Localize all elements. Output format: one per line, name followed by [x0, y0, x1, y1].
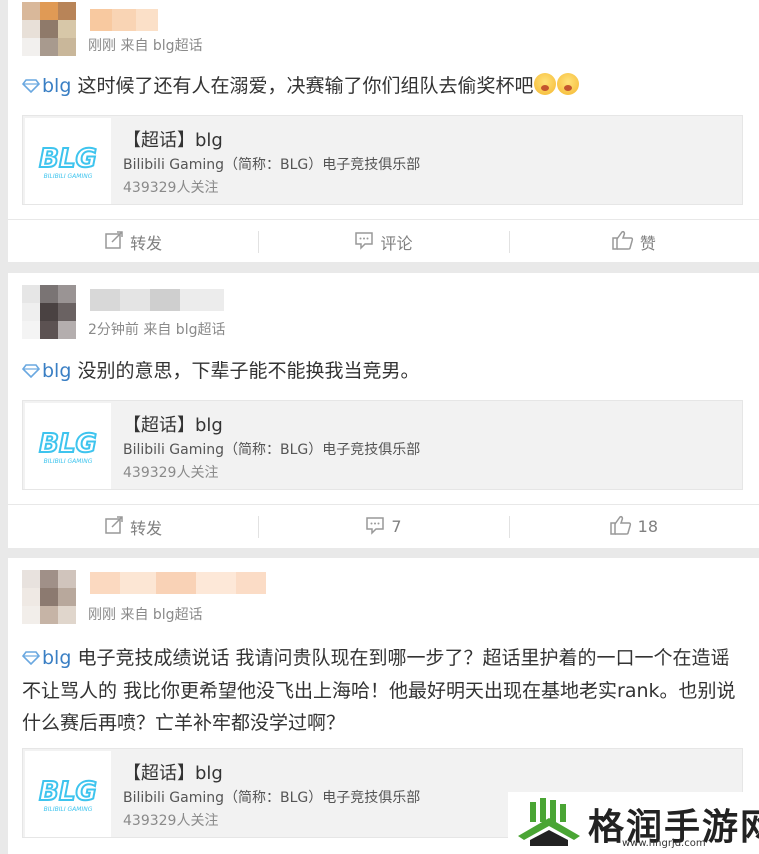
- card-followers: 439329人关注: [123, 465, 219, 481]
- comment-icon: [365, 515, 385, 539]
- topic-link[interactable]: blg: [42, 360, 71, 382]
- avatar[interactable]: [22, 285, 76, 339]
- scream-emoji: [534, 73, 557, 95]
- super-topic-icon: [21, 643, 41, 675]
- card-description: Bilibili Gaming（简称：BLG）电子竞技俱乐部: [123, 157, 421, 173]
- weibo-post-1: 刚刚 来自 blg超话 blg 这时候了还有人在溺爱，决赛输了你们组队去偷奖杯吧…: [8, 0, 759, 262]
- username-blurred[interactable]: [90, 572, 270, 594]
- repost-button[interactable]: 转发: [8, 505, 258, 548]
- card-description: Bilibili Gaming（简称：BLG）电子竞技俱乐部: [123, 790, 421, 806]
- logo-main-text: BLG: [39, 429, 97, 459]
- topic-link[interactable]: blg: [42, 647, 71, 669]
- thumbs-up-icon: [612, 230, 634, 254]
- watermark-url: www.hngrjd.com: [622, 838, 706, 849]
- comment-icon: [354, 230, 374, 254]
- site-watermark: 格润手游网 www.hngrjd.com: [508, 792, 759, 854]
- post-meta: 刚刚 来自 blg超话: [88, 38, 203, 54]
- thumbs-up-icon: [609, 515, 632, 539]
- blg-logo: BLG BILIBILI GAMING: [25, 118, 111, 204]
- post-meta: 2分钟前 来自 blg超话: [88, 322, 226, 338]
- action-bar: 转发 评论 赞: [8, 219, 759, 263]
- logo-main-text: BLG: [39, 777, 97, 807]
- logo-sub-text: BILIBILI GAMING: [44, 806, 93, 813]
- post-content: 没别的意思，下辈子能不能换我当竞男。: [71, 360, 420, 382]
- comment-label: 评论: [380, 233, 413, 253]
- watermark-logo-icon: [516, 796, 582, 854]
- weibo-post-2: 2分钟前 来自 blg超话 blg 没别的意思，下辈子能不能换我当竞男。 BLG…: [8, 273, 759, 548]
- logo-sub-text: BILIBILI GAMING: [44, 458, 93, 465]
- username-blurred[interactable]: [90, 289, 230, 311]
- card-followers: 439329人关注: [123, 813, 219, 829]
- card-description: Bilibili Gaming（简称：BLG）电子竞技俱乐部: [123, 442, 421, 458]
- super-topic-icon: [21, 71, 41, 103]
- super-topic-card[interactable]: BLG BILIBILI GAMING 【超话】blg Bilibili Gam…: [22, 115, 743, 205]
- post-text: blg 电子竞技成绩说话 我请问贵队现在到哪一步了？超话里护着的一口一个在造谣不…: [21, 642, 743, 739]
- super-topic-icon: [21, 356, 41, 388]
- scream-emoji: [557, 73, 580, 95]
- repost-label: 转发: [130, 233, 163, 253]
- username-blurred[interactable]: [90, 9, 160, 31]
- comment-button[interactable]: 7: [258, 505, 508, 548]
- like-count: 18: [637, 517, 658, 536]
- like-button[interactable]: 赞: [508, 220, 759, 263]
- like-button[interactable]: 18: [508, 505, 759, 548]
- logo-main-text: BLG: [39, 144, 97, 174]
- topic-link[interactable]: blg: [42, 75, 71, 97]
- post-text: blg 这时候了还有人在溺爱，决赛输了你们组队去偷奖杯吧: [21, 70, 743, 103]
- repost-label: 转发: [130, 518, 163, 538]
- blg-logo: BLG BILIBILI GAMING: [25, 751, 111, 837]
- repost-icon: [104, 230, 124, 254]
- action-bar: 转发 7 18: [8, 504, 759, 548]
- post-content: 电子竞技成绩说话 我请问贵队现在到哪一步了？超话里护着的一口一个在造谣不让骂人的…: [22, 647, 736, 734]
- card-title[interactable]: 【超话】blg: [123, 126, 223, 152]
- super-topic-card[interactable]: BLG BILIBILI GAMING 【超话】blg Bilibili Gam…: [22, 400, 743, 490]
- comment-button[interactable]: 评论: [258, 220, 508, 263]
- card-title[interactable]: 【超话】blg: [123, 759, 223, 785]
- post-meta: 刚刚 来自 blg超话: [88, 607, 203, 623]
- comment-count: 7: [391, 517, 402, 536]
- post-text: blg 没别的意思，下辈子能不能换我当竞男。: [21, 355, 743, 388]
- like-label: 赞: [639, 233, 656, 253]
- repost-button[interactable]: 转发: [8, 220, 258, 263]
- card-followers: 439329人关注: [123, 180, 219, 196]
- post-content: 这时候了还有人在溺爱，决赛输了你们组队去偷奖杯吧: [71, 75, 534, 97]
- repost-icon: [104, 515, 124, 539]
- blg-logo: BLG BILIBILI GAMING: [25, 403, 111, 489]
- logo-sub-text: BILIBILI GAMING: [44, 173, 93, 180]
- avatar[interactable]: [22, 570, 76, 624]
- avatar[interactable]: [22, 2, 76, 56]
- card-title[interactable]: 【超话】blg: [123, 411, 223, 437]
